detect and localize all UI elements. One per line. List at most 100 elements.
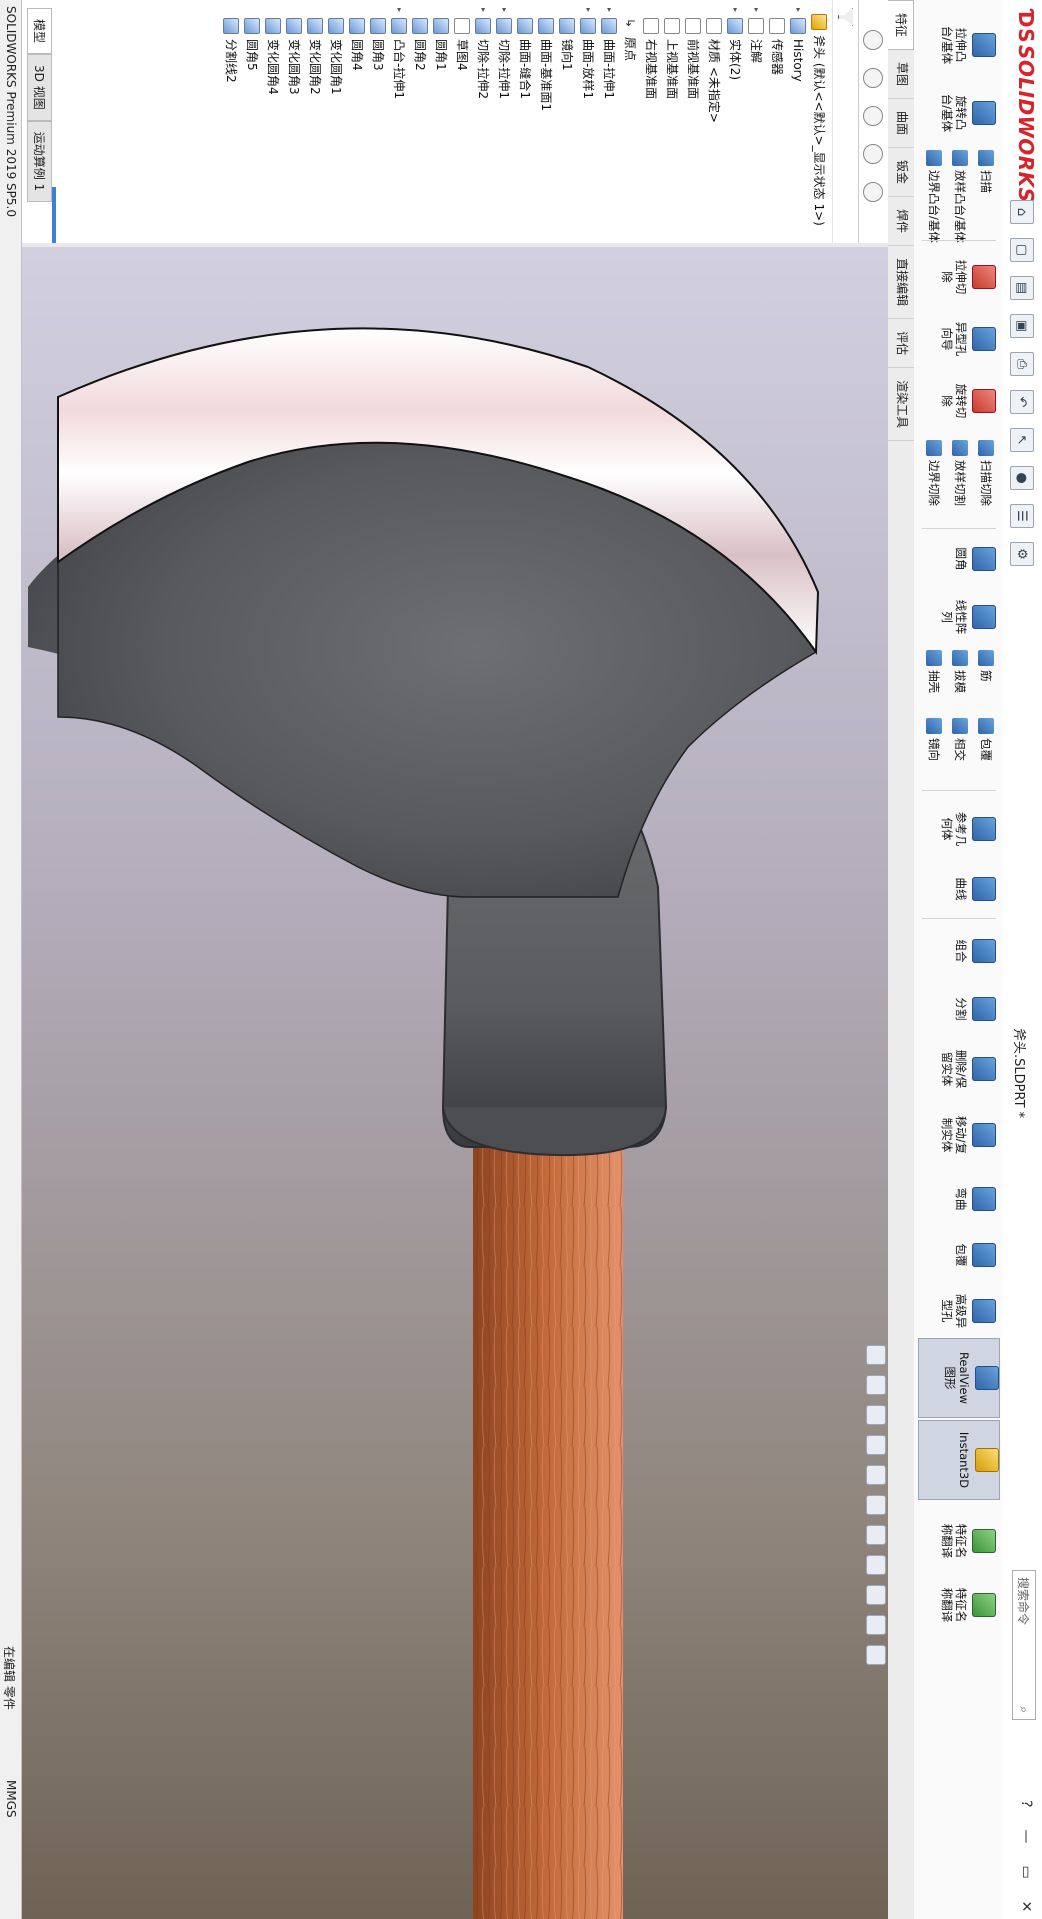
lofted-cut-button[interactable]: 放样切割 [952, 440, 968, 506]
expand-arrow-icon[interactable]: ▸ [479, 4, 488, 16]
expand-arrow-icon[interactable]: ▸ [731, 4, 740, 16]
tree-item[interactable]: 变化圆角1 [326, 0, 347, 245]
open-icon[interactable]: ▤ [1010, 276, 1034, 300]
sweep-button[interactable]: 扫描 [978, 150, 994, 193]
file-properties-icon[interactable]: ☰ [1010, 504, 1034, 528]
draft-button[interactable]: 拔模 [952, 650, 968, 693]
axe-model[interactable] [22, 247, 888, 1919]
zoom-to-fit-icon[interactable] [866, 1345, 886, 1365]
search-commands-input[interactable]: 搜索命令 ⌕ [1012, 1570, 1036, 1720]
tab-sheet-metal[interactable]: 钣金 [888, 148, 914, 198]
instant3d-button[interactable]: Instant3D [918, 1420, 1000, 1500]
tree-item[interactable]: 圆角3 [368, 0, 389, 245]
expand-arrow-icon[interactable]: ▸ [752, 4, 761, 16]
tree-item[interactable]: 曲面-基准面1 [536, 0, 557, 245]
configuration-manager-tab-icon[interactable] [863, 106, 884, 126]
tree-item[interactable]: 传感器 [767, 0, 788, 245]
wrap-button[interactable]: 包覆 [978, 718, 994, 761]
realview-button[interactable]: RealView 图形 [918, 1338, 1000, 1418]
property-manager-tab-icon[interactable] [863, 68, 884, 88]
rebuild-icon[interactable]: ● [1010, 466, 1034, 490]
loft-button[interactable]: 放样凸台/基体 [952, 150, 968, 243]
tree-item[interactable]: ▸ History [788, 0, 809, 245]
close-icon[interactable]: ✕ [1018, 1901, 1034, 1913]
tree-item[interactable]: 变化圆角3 [284, 0, 305, 245]
tab-surfaces[interactable]: 曲面 [888, 99, 914, 149]
expand-arrow-icon[interactable]: ▸ [605, 4, 614, 16]
tree-item[interactable]: ▸ 切除-拉伸2 [473, 0, 494, 245]
boundary-boss-button[interactable]: 边界凸台/基体 [926, 150, 942, 243]
boundary-cut-button[interactable]: 边界切除 [926, 440, 942, 506]
feature-manager-tab-icon[interactable] [863, 30, 884, 50]
expand-arrow-icon[interactable]: ▸ [500, 4, 509, 16]
minimize-icon[interactable]: — [1018, 1829, 1034, 1843]
restore-icon[interactable]: ▭ [1018, 1865, 1034, 1878]
tree-item[interactable]: 前视基准面 [683, 0, 704, 245]
dynamic-annotation-icon[interactable] [866, 1465, 886, 1485]
tab-evaluate[interactable]: 评估 [888, 319, 914, 369]
tree-item[interactable]: 草图4 [452, 0, 473, 245]
tree-item[interactable]: 材质 <未指定> [704, 0, 725, 245]
unit-system[interactable]: MMGS [4, 1780, 18, 1818]
tree-item[interactable]: ↳ 原点 [620, 0, 641, 245]
tree-item[interactable]: 变化圆角2 [305, 0, 326, 245]
search-icon[interactable]: ⌕ [1017, 1706, 1032, 1713]
undo-icon[interactable]: ↶ [1010, 390, 1034, 414]
view-orientation-icon[interactable] [866, 1495, 886, 1515]
rib-button[interactable]: 筋 [978, 650, 994, 682]
home-icon[interactable]: ⌂ [1010, 200, 1034, 224]
filter-icon[interactable] [838, 8, 853, 26]
feature-translate-button-2[interactable]: 特征名 称翻译 [940, 1566, 996, 1644]
new-document-icon[interactable]: ▢ [1010, 238, 1034, 262]
solidworks-logo[interactable]: ƊSSOLIDWORKS [1014, 10, 1038, 203]
swept-cut-button[interactable]: 扫描切除 [978, 440, 994, 506]
print-icon[interactable]: ⎙ [1010, 352, 1034, 376]
tree-item[interactable]: 曲面-缝合1 [515, 0, 536, 245]
tab-render-tools[interactable]: 渲染工具 [888, 368, 914, 442]
apply-scene-icon[interactable] [866, 1615, 886, 1635]
expand-arrow-icon[interactable]: ▸ [794, 4, 803, 16]
revolve-boss-button[interactable]: 旋转凸 台/基体 [940, 74, 996, 152]
tree-item[interactable]: 圆角5 [242, 0, 263, 245]
tree-item[interactable]: 镜向1 [557, 0, 578, 245]
intersect-button[interactable]: 相交 [952, 718, 968, 761]
hide-show-items-icon[interactable] [866, 1555, 886, 1575]
tree-filter[interactable] [832, 0, 858, 245]
tab-direct-editing[interactable]: 直接编辑 [888, 246, 914, 320]
mirror-button[interactable]: 镜向 [926, 718, 942, 761]
shell-button[interactable]: 抽壳 [926, 650, 942, 693]
tree-item[interactable]: 上视基准面 [662, 0, 683, 245]
tree-item[interactable]: ▸ 曲面-放样1 [578, 0, 599, 245]
help-icon[interactable]: ? [1018, 1800, 1034, 1807]
tree-item[interactable]: 分割线2 [221, 0, 242, 245]
tab-model[interactable]: 模型 [27, 8, 52, 55]
tree-item[interactable]: 圆角2 [410, 0, 431, 245]
graphics-area[interactable] [22, 247, 888, 1919]
tab-weldments[interactable]: 焊件 [888, 197, 914, 247]
save-icon[interactable]: ▣ [1010, 314, 1034, 338]
revolve-cut-button[interactable]: 旋转切除 [940, 362, 996, 440]
tree-item[interactable]: 变化圆角4 [263, 0, 284, 245]
tree-item[interactable]: ▸ 实体(2) [725, 0, 746, 245]
expand-arrow-icon[interactable]: ▸ [584, 4, 593, 16]
section-view-icon[interactable] [866, 1435, 886, 1455]
tab-motion-study[interactable]: 运动算例 1 [27, 120, 52, 203]
linear-pattern-button[interactable]: 线性阵列 [940, 578, 996, 656]
previous-view-icon[interactable] [866, 1405, 886, 1425]
tab-3d-views[interactable]: 3D 视图 [27, 54, 52, 121]
tree-item[interactable]: ▸ 注解 [746, 0, 767, 245]
display-manager-tab-icon[interactable] [863, 182, 884, 202]
view-settings-icon[interactable] [866, 1645, 886, 1665]
tree-item[interactable]: 圆角4 [347, 0, 368, 245]
extrude-boss-button[interactable]: 拉伸凸 台/基体 [940, 6, 996, 84]
dimxpert-tab-icon[interactable] [863, 144, 884, 164]
select-icon[interactable]: ↖ [1010, 428, 1034, 452]
tree-item[interactable]: ▸ 曲面-拉伸1 [599, 0, 620, 245]
expand-arrow-icon[interactable]: ▸ [395, 4, 404, 16]
tab-sketch[interactable]: 草图 [888, 50, 914, 100]
zoom-area-icon[interactable] [866, 1375, 886, 1395]
tree-item[interactable]: ▸ 切除-拉伸1 [494, 0, 515, 245]
rollback-bar[interactable] [52, 187, 56, 245]
tree-item[interactable]: 圆角1 [431, 0, 452, 245]
tree-item[interactable]: 右视基准面 [641, 0, 662, 245]
